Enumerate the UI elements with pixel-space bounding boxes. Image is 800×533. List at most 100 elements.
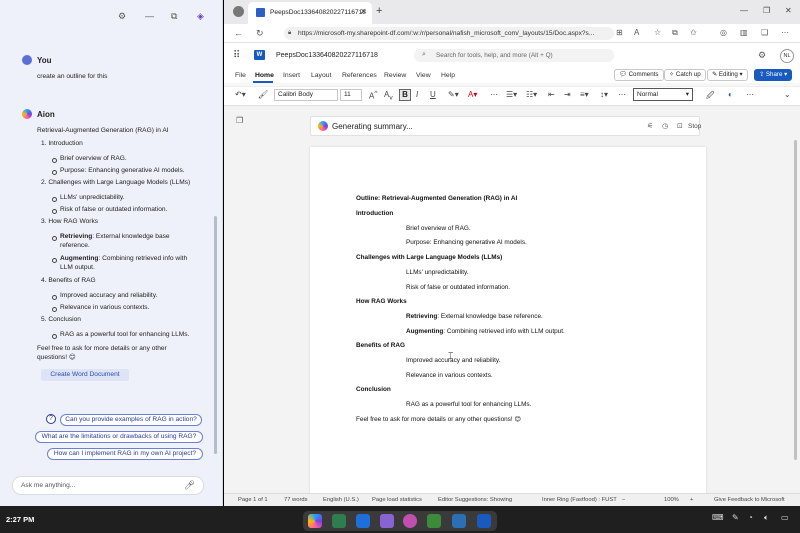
more-font-icon[interactable]: Av <box>384 90 393 102</box>
zoom-level[interactable]: 100% <box>664 497 679 503</box>
teams-app-icon[interactable] <box>452 514 466 528</box>
word-app-icon[interactable] <box>477 514 491 528</box>
word-count[interactable]: 77 words <box>284 497 308 503</box>
tab-review[interactable]: Review <box>384 72 406 79</box>
grow-font-icon[interactable]: A^ <box>369 90 377 101</box>
music-app-icon[interactable] <box>380 514 394 528</box>
browser-tab[interactable]: PeepsDoc133640820227116718 ✕ <box>248 2 372 24</box>
italic-icon[interactable]: I <box>416 90 418 99</box>
more-paragraph-icon[interactable]: ⋯ <box>618 90 626 99</box>
bold-button[interactable]: B <box>399 89 411 101</box>
tab-file[interactable]: File <box>235 72 246 79</box>
window-close-icon[interactable]: ✕ <box>785 6 792 15</box>
stop-button[interactable]: Stop <box>688 123 701 130</box>
tab-layout[interactable]: Layout <box>311 72 331 79</box>
format-painter-icon[interactable]: 🖌︎ <box>258 90 268 99</box>
url-field[interactable]: 🔒︎ https://microsoft-my.sharepoint-df.co… <box>284 27 614 40</box>
feedback-link[interactable]: Give Feedback to Microsoft <box>714 497 785 503</box>
font-size-select[interactable]: 11 <box>340 89 362 101</box>
open-in-new-icon[interactable]: ⧉ <box>171 10 177 22</box>
more-font-options-icon[interactable]: ⋯ <box>490 90 498 99</box>
todo-app-icon[interactable] <box>356 514 370 528</box>
line-spacing-icon[interactable]: ↕▾ <box>600 90 608 99</box>
highlight-icon[interactable]: ✎▾ <box>448 90 459 99</box>
undo-icon[interactable]: ↶▾ <box>235 90 246 99</box>
close-tab-icon[interactable]: ✕ <box>360 7 367 16</box>
more-options-icon[interactable]: ⋯ <box>781 28 789 37</box>
gear-icon[interactable]: ⚙ <box>758 50 766 61</box>
styles-pane-icon[interactable]: 🖉︎ <box>706 90 715 104</box>
window-restore-icon[interactable]: ❐ <box>763 6 770 15</box>
ask-input[interactable]: Ask me anything... 🎤︎ <box>12 476 204 495</box>
copilot-icon[interactable]: ◈ <box>197 10 204 22</box>
tab-home[interactable]: Home <box>255 72 274 79</box>
copilot-app-icon[interactable] <box>308 514 322 528</box>
tab-view[interactable]: View <box>416 72 431 79</box>
suggestion-chip[interactable]: How can I implement RAG in my own AI pro… <box>47 448 203 460</box>
favorites-icon[interactable]: ✩ <box>690 28 697 37</box>
sidebar-scrollbar[interactable] <box>214 216 217 454</box>
font-family-select[interactable]: Calibri Body <box>274 89 338 101</box>
sidebar-toggle-icon[interactable]: ▥ <box>740 28 748 37</box>
font-color-icon[interactable]: A▾ <box>468 90 477 99</box>
microphone-icon[interactable]: 🎤︎ <box>184 480 195 491</box>
clock[interactable]: 2:27 PM <box>6 515 34 524</box>
outdent-icon[interactable]: ⇤ <box>548 90 555 99</box>
refresh-icon[interactable]: ↻ <box>256 28 264 39</box>
pen-icon[interactable]: ✎ <box>732 513 739 522</box>
stop-icon[interactable]: ⊡ <box>677 122 683 130</box>
wifi-icon[interactable]: ◔ <box>748 513 753 522</box>
more-ribbon-icon[interactable]: ⋯ <box>746 90 754 99</box>
ribbon-collapse-icon[interactable]: ⌄ <box>784 90 791 99</box>
editing-mode-button[interactable]: ✎ Editing ▾ <box>707 69 748 81</box>
window-minimize-icon[interactable]: — <box>740 6 748 15</box>
profile-icon[interactable] <box>233 6 244 17</box>
settings-icon[interactable]: ⚙ <box>118 10 126 22</box>
favorite-icon[interactable]: ☆ <box>654 28 661 37</box>
navigation-pane-icon[interactable]: ❐ <box>236 116 243 125</box>
share-button[interactable]: ⇪ Share ▾ <box>754 69 793 81</box>
indent-icon[interactable]: ⇥ <box>564 90 571 99</box>
tab-references[interactable]: References <box>342 72 377 79</box>
volume-icon[interactable]: 🔈︎ <box>764 513 769 523</box>
align-icon[interactable]: ≡▾ <box>580 90 589 99</box>
styles-select[interactable]: Normal ▾ <box>633 88 693 101</box>
document-title[interactable]: PeepsDoc133640820227116718 <box>276 52 378 59</box>
document-page[interactable]: Outline: Retrieval-Augmented Generation … <box>310 147 706 493</box>
bullets-icon[interactable]: ☰▾ <box>506 90 517 99</box>
apps-icon[interactable]: ⊞ <box>616 28 623 37</box>
suggestion-chip[interactable]: Can you provide examples of RAG in actio… <box>60 414 202 426</box>
nvidia-app-icon[interactable] <box>427 514 441 528</box>
edge-app-icon[interactable] <box>403 514 417 528</box>
user-avatar[interactable]: NL <box>780 49 794 63</box>
back-icon[interactable]: ← <box>234 28 243 38</box>
underline-icon[interactable]: U <box>430 90 436 99</box>
collections-icon[interactable]: ❏ <box>761 28 768 37</box>
battery-icon[interactable]: ▭ <box>781 513 789 522</box>
tab-insert[interactable]: Insert <box>283 72 300 79</box>
editor-suggestions[interactable]: Editor Suggestions: Showing <box>438 497 512 503</box>
new-tab-icon[interactable]: + <box>376 5 382 17</box>
page-load-stats[interactable]: Page load statistics <box>372 497 422 503</box>
minimize-icon[interactable]: — <box>145 10 154 22</box>
create-word-document-button[interactable]: Create Word Document <box>41 369 129 381</box>
editor-icon[interactable]: ◐ <box>728 90 733 99</box>
terminal-app-icon[interactable] <box>332 514 346 528</box>
zoom-in-icon[interactable]: + <box>690 497 693 503</box>
extensions-icon[interactable]: ⧉ <box>672 28 678 38</box>
zoom-out-icon[interactable]: − <box>622 497 625 503</box>
keyboard-icon[interactable]: ⌨ <box>712 513 724 522</box>
document-scrollbar[interactable] <box>794 140 797 460</box>
catchup-button[interactable]: ✧ Catch up <box>664 69 706 81</box>
settings-sliders-icon[interactable]: ⚟ <box>647 122 653 130</box>
language[interactable]: English (U.S.) <box>323 497 359 503</box>
history-icon[interactable]: ◷ <box>662 122 668 130</box>
read-aloud-icon[interactable]: A <box>634 28 639 37</box>
copilot-browser-icon[interactable]: ◎ <box>720 28 727 37</box>
comments-button[interactable]: 💬︎ Comments <box>614 69 664 81</box>
numbering-icon[interactable]: ☷▾ <box>526 90 537 99</box>
tool-search-input[interactable]: ⌕ Search for tools, help, and more (Alt … <box>414 49 614 62</box>
tab-help[interactable]: Help <box>441 72 455 79</box>
suggestion-chip[interactable]: What are the limitations or drawbacks of… <box>35 431 203 443</box>
app-launcher-icon[interactable]: ⠿ <box>233 50 240 61</box>
